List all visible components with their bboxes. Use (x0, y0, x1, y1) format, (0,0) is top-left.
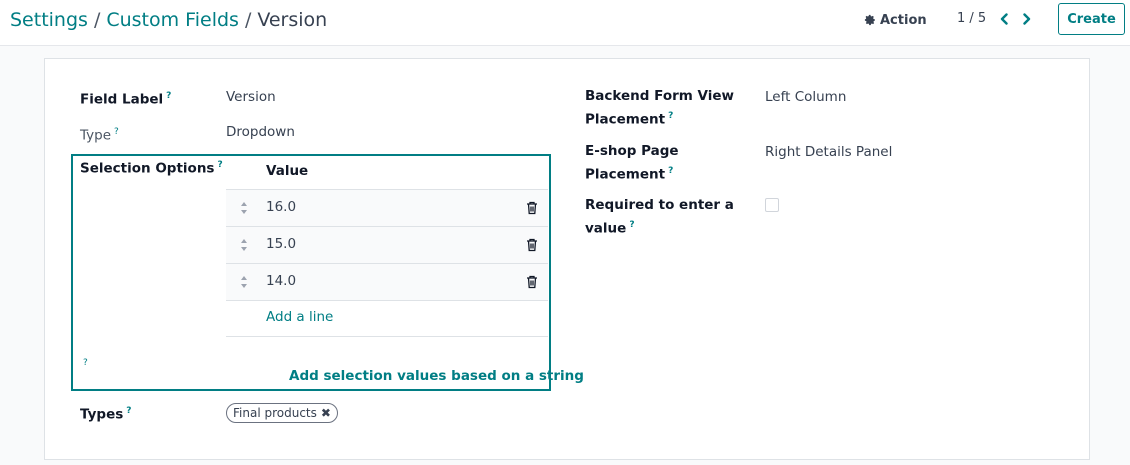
eshop-placement-label-line2: Placement? (585, 166, 674, 183)
create-button[interactable]: Create (1058, 3, 1125, 35)
pager-previous-button[interactable] (997, 10, 1011, 28)
breadcrumb: Settings / Custom Fields / Version (10, 8, 327, 32)
help-tooltip-icon[interactable]: ? (114, 127, 119, 137)
eshop-placement-value[interactable]: Right Details Panel (765, 142, 892, 162)
help-tooltip-icon[interactable]: ? (166, 91, 171, 101)
backend-placement-label-line1: Backend Form View (585, 88, 734, 104)
drag-handle-icon[interactable] (240, 238, 248, 252)
pager-next-button[interactable] (1020, 10, 1034, 28)
close-icon[interactable]: ✖ (321, 404, 331, 422)
type-label-text: Type (80, 127, 112, 144)
required-label-line2: value? (585, 220, 635, 237)
selection-value[interactable]: 15.0 (266, 236, 296, 252)
type-value: Dropdown (226, 124, 295, 140)
chevron-left-icon (1000, 13, 1008, 25)
required-label: Required to enter a value? (585, 195, 734, 239)
breadcrumb-current: Version (257, 9, 328, 31)
help-tooltip-icon[interactable]: ? (668, 166, 673, 176)
eshop-placement-label-line1: E-shop Page (585, 143, 679, 159)
tag-badge: Final products ✖ (226, 403, 338, 423)
types-label-text: Types (80, 406, 124, 423)
chevron-right-icon (1023, 13, 1031, 25)
required-label-line1: Required to enter a (585, 197, 734, 213)
selection-table-header: Value (226, 156, 548, 190)
field-label-label: Field Label? (80, 86, 171, 110)
value-column-header[interactable]: Value (266, 163, 308, 179)
breadcrumb-separator: / (93, 9, 101, 31)
backend-placement-label: Backend Form View Placement? (585, 86, 734, 130)
field-label-value[interactable]: Version (226, 87, 276, 107)
help-tooltip-icon[interactable]: ? (83, 358, 88, 368)
breadcrumb-custom-fields[interactable]: Custom Fields (106, 9, 239, 31)
table-row[interactable]: 14.0 (226, 264, 548, 301)
gear-icon (864, 14, 875, 26)
table-bottom-divider (226, 336, 548, 337)
backend-placement-label-line2: Placement? (585, 111, 674, 128)
breadcrumb-separator: / (244, 9, 252, 31)
trash-icon[interactable] (526, 275, 538, 289)
selection-options-label-text: Selection Options (80, 160, 215, 177)
drag-handle-icon[interactable] (240, 275, 248, 289)
control-panel: Settings / Custom Fields / Version Action 1 … (0, 0, 1130, 46)
help-tooltip-icon[interactable]: ? (668, 111, 673, 121)
tag-label: Final products (233, 406, 317, 420)
add-line-link[interactable]: Add a line (266, 309, 333, 325)
eshop-placement-label: E-shop Page Placement? (585, 141, 679, 185)
action-menu-button[interactable]: Action (864, 10, 927, 30)
trash-icon[interactable] (526, 238, 538, 252)
selection-value[interactable]: 16.0 (266, 199, 296, 215)
help-tooltip-icon[interactable]: ? (217, 160, 222, 170)
add-selection-from-string-button[interactable]: Add selection values based on a string (289, 368, 584, 384)
selection-options-label: Selection Options? (80, 155, 223, 179)
field-label-text: Field Label (80, 91, 164, 108)
table-row[interactable]: 15.0 (226, 227, 548, 264)
trash-icon[interactable] (526, 201, 538, 215)
types-label: Types? (80, 401, 132, 425)
drag-handle-icon[interactable] (240, 201, 248, 215)
action-label: Action (880, 12, 927, 28)
help-tooltip-icon[interactable]: ? (629, 220, 634, 230)
selection-value[interactable]: 14.0 (266, 273, 296, 289)
backend-placement-value[interactable]: Left Column (765, 87, 846, 107)
breadcrumb-settings[interactable]: Settings (10, 9, 88, 31)
required-checkbox[interactable] (765, 198, 779, 212)
table-row[interactable]: 16.0 (226, 190, 548, 227)
type-label: Type? (80, 122, 119, 146)
pager-value[interactable]: 1 / 5 (957, 10, 986, 28)
help-tooltip-icon[interactable]: ? (126, 406, 131, 416)
